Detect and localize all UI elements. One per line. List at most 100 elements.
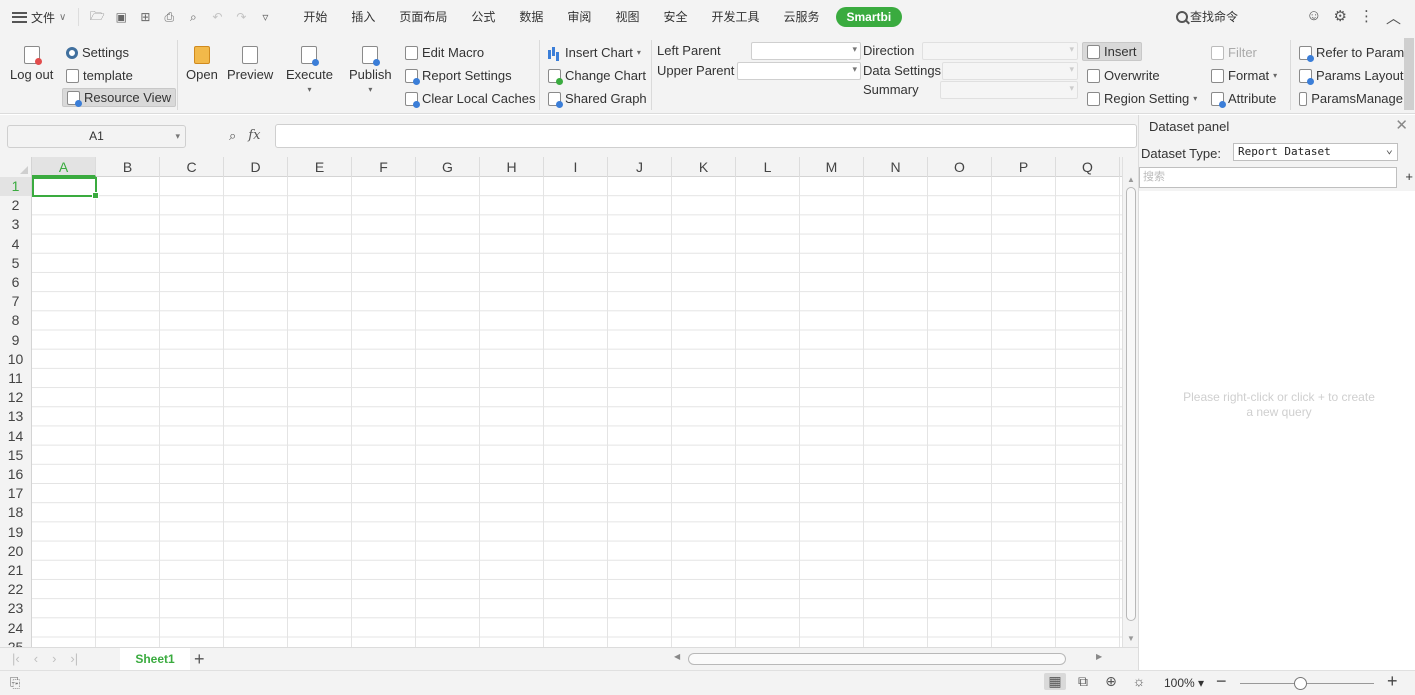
template-button[interactable]: template — [66, 68, 133, 83]
attribute-button[interactable]: Attribute — [1211, 91, 1276, 108]
row-header-7[interactable]: 7 — [0, 292, 32, 312]
reading-mode-icon[interactable]: ⊕ — [1100, 673, 1122, 690]
row-header-18[interactable]: 18 — [0, 503, 32, 523]
row-header-6[interactable]: 6 — [0, 273, 32, 293]
first-sheet-icon[interactable]: |‹ — [12, 651, 20, 666]
params-layout-button[interactable]: Params Layout — [1299, 68, 1403, 85]
insert-chart-button[interactable]: Insert Chart ▾ — [548, 45, 641, 60]
summary-select[interactable] — [940, 81, 1078, 99]
row-header-12[interactable]: 12 — [0, 388, 32, 408]
tab-formulas[interactable]: 公式 — [459, 0, 507, 34]
column-header-h[interactable]: H — [480, 157, 544, 177]
ribbon-scroll-handle[interactable] — [1404, 38, 1414, 110]
change-chart-button[interactable]: Change Chart — [548, 68, 646, 85]
column-header-i[interactable]: I — [544, 157, 608, 177]
left-parent-select[interactable] — [751, 42, 861, 60]
row-header-1[interactable]: 1 — [0, 177, 32, 197]
more-icon[interactable]: ⋮ — [1359, 7, 1374, 28]
row-header-15[interactable]: 15 — [0, 445, 32, 465]
column-header-a[interactable]: A — [32, 157, 96, 177]
cell-area[interactable] — [32, 177, 1122, 647]
column-header-m[interactable]: M — [800, 157, 864, 177]
params-manage-button[interactable]: ParamsManage — [1299, 91, 1403, 106]
open-folder-icon[interactable]: 🗁 — [89, 7, 105, 28]
direction-select[interactable] — [922, 42, 1078, 60]
row-header-2[interactable]: 2 — [0, 196, 32, 216]
sheet-tab-sheet1[interactable]: Sheet1 — [120, 648, 190, 671]
tab-developer[interactable]: 开发工具 — [699, 0, 771, 34]
settings-button[interactable]: Settings — [66, 45, 129, 60]
print-preview-icon[interactable]: ⌕ — [185, 10, 201, 25]
prev-sheet-icon[interactable]: ‹ — [34, 651, 38, 666]
data-settings-select[interactable] — [942, 62, 1078, 80]
preview-button[interactable]: Preview — [227, 46, 273, 82]
eye-protection-icon[interactable]: ☼ — [1128, 673, 1150, 690]
refer-to-param-button[interactable]: Refer to Param — [1299, 45, 1404, 62]
normal-view-icon[interactable]: ▦ — [1044, 673, 1066, 690]
print-icon[interactable]: ⎙ — [161, 10, 177, 25]
row-header-16[interactable]: 16 — [0, 465, 32, 485]
tab-smartbi[interactable]: Smartbi — [835, 7, 903, 27]
row-header-22[interactable]: 22 — [0, 580, 32, 600]
clear-local-caches-button[interactable]: Clear Local Caches — [405, 91, 535, 108]
row-header-20[interactable]: 20 — [0, 541, 32, 561]
row-header-24[interactable]: 24 — [0, 618, 32, 638]
insert-mode-button[interactable]: Insert — [1082, 42, 1142, 61]
row-header-11[interactable]: 11 — [0, 369, 32, 389]
tab-security[interactable]: 安全 — [651, 0, 699, 34]
select-all-corner[interactable] — [0, 157, 32, 177]
logout-button[interactable]: Log out — [10, 46, 53, 82]
region-setting-button[interactable]: Region Setting ▾ — [1087, 91, 1197, 106]
collapse-ribbon-icon[interactable]: ︿ — [1386, 7, 1401, 28]
horizontal-scrollbar[interactable]: ◀ ▶ — [670, 652, 1122, 666]
edit-macro-button[interactable]: Edit Macro — [405, 45, 484, 60]
feedback-icon[interactable]: ☺ — [1306, 7, 1321, 28]
scroll-right-icon[interactable]: ▶ — [1096, 652, 1102, 661]
scroll-down-icon[interactable]: ▼ — [1127, 634, 1135, 643]
column-header-p[interactable]: P — [992, 157, 1056, 177]
row-header-23[interactable]: 23 — [0, 599, 32, 619]
zoom-slider-knob[interactable] — [1294, 677, 1308, 690]
dataset-search-input[interactable]: 搜索 — [1139, 167, 1397, 188]
open-button[interactable]: Open — [186, 46, 218, 82]
scroll-left-icon[interactable]: ◀ — [674, 652, 680, 661]
column-header-j[interactable]: J — [608, 157, 672, 177]
row-header-4[interactable]: 4 — [0, 234, 32, 254]
row-header-13[interactable]: 13 — [0, 407, 32, 427]
report-settings-button[interactable]: Report Settings — [405, 68, 512, 85]
tab-view[interactable]: 视图 — [603, 0, 651, 34]
last-sheet-icon[interactable]: ›| — [70, 651, 78, 666]
function-icon[interactable]: fx — [248, 128, 260, 144]
column-header-d[interactable]: D — [224, 157, 288, 177]
column-header-b[interactable]: B — [96, 157, 160, 177]
horizontal-scroll-thumb[interactable] — [688, 653, 1066, 665]
dataset-type-select[interactable]: Report Dataset — [1233, 141, 1398, 161]
file-menu[interactable]: 文件 ∨ — [12, 9, 74, 26]
resource-view-button[interactable]: Resource View — [62, 88, 177, 107]
active-cell-a1[interactable] — [32, 177, 99, 199]
redo-icon[interactable]: ↷ — [233, 10, 249, 24]
column-header-e[interactable]: E — [288, 157, 352, 177]
add-query-button[interactable]: + — [1405, 169, 1413, 184]
column-header-n[interactable]: N — [864, 157, 928, 177]
column-header-o[interactable]: O — [928, 157, 992, 177]
filter-button[interactable]: Filter — [1211, 45, 1257, 60]
undo-icon[interactable]: ↶ — [209, 10, 225, 24]
vertical-scrollbar[interactable]: ▲ ▼ — [1122, 157, 1138, 647]
execute-button[interactable]: Execute ▾ — [286, 46, 333, 94]
zoom-out-button[interactable]: − — [1216, 671, 1227, 692]
tab-review[interactable]: 审阅 — [555, 0, 603, 34]
row-header-17[interactable]: 17 — [0, 484, 32, 504]
row-header-10[interactable]: 10 — [0, 349, 32, 369]
tab-page-layout[interactable]: 页面布局 — [387, 0, 459, 34]
spreadsheet-grid[interactable]: ABCDEFGHIJKLMNOPQ 1 2 3 4 5 6 7 8 9 10 11 12 13 14 15 1… — [0, 157, 1122, 647]
row-header-21[interactable]: 21 — [0, 561, 32, 581]
column-header-f[interactable]: F — [352, 157, 416, 177]
zoom-in-button[interactable]: + — [1387, 671, 1398, 692]
customize-toolbar-icon[interactable]: ▿ — [257, 10, 273, 24]
row-header-19[interactable]: 19 — [0, 522, 32, 542]
macro-record-icon[interactable]: ⎘ — [10, 675, 20, 691]
upper-parent-select[interactable] — [737, 62, 861, 80]
column-header-g[interactable]: G — [416, 157, 480, 177]
column-header-k[interactable]: K — [672, 157, 736, 177]
